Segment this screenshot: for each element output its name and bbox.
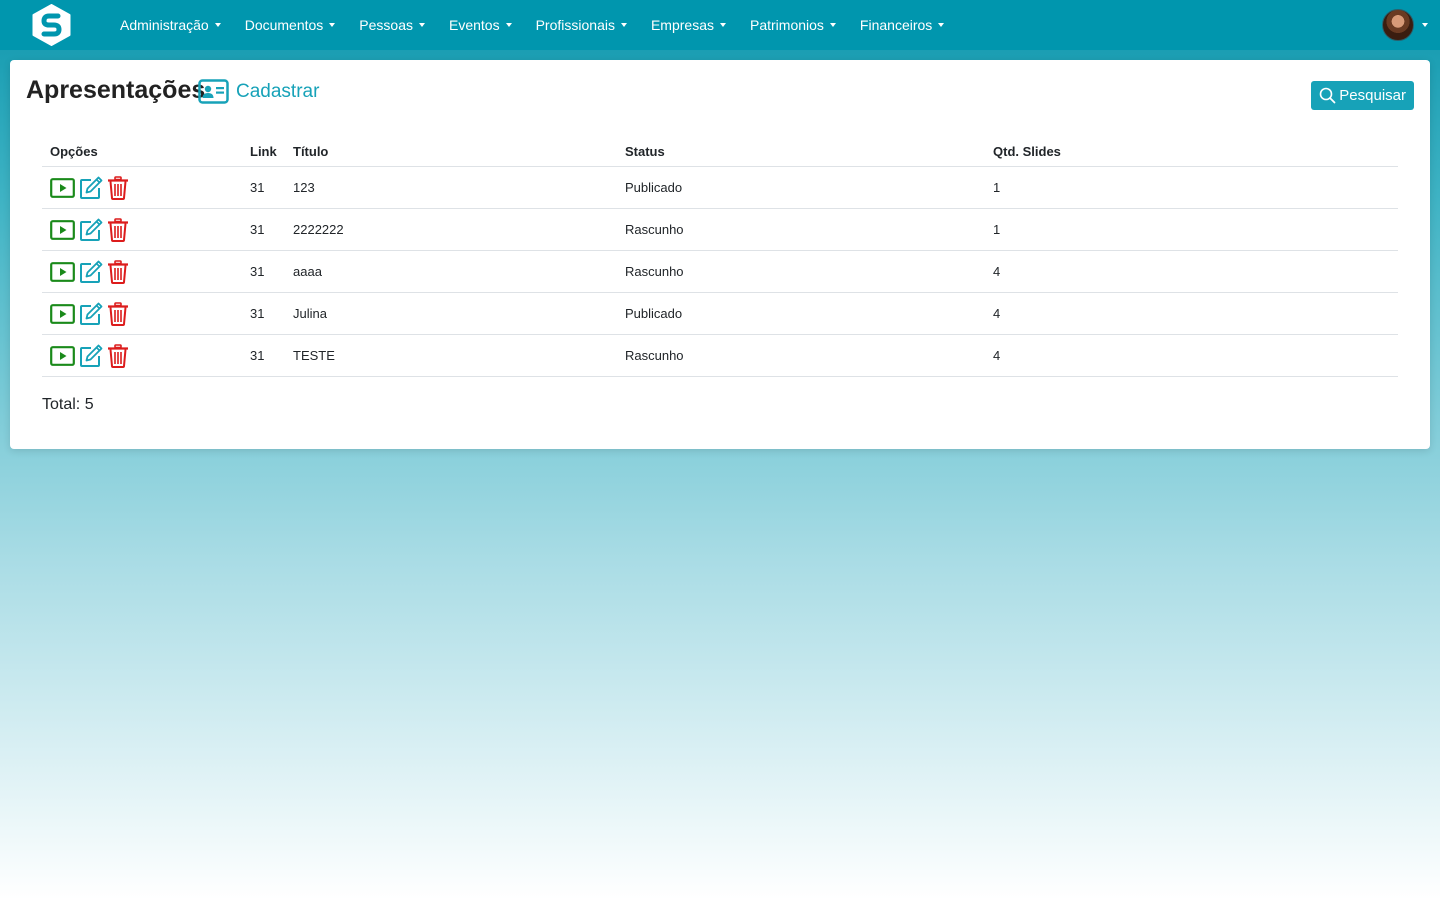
presentations-table: Opções Link Título Status Qtd. Slides 31… — [42, 136, 1398, 377]
caret-down-icon — [505, 23, 512, 27]
nav-item-financeiros[interactable]: Financeiros — [852, 17, 952, 33]
nav-item-administracao[interactable]: Administração — [112, 17, 229, 33]
column-header-slides: Qtd. Slides — [985, 136, 1398, 167]
options-cell — [42, 292, 242, 335]
status-cell: Rascunho — [617, 334, 985, 377]
search-icon — [1319, 87, 1336, 104]
trash-icon[interactable] — [107, 343, 129, 368]
edit-icon[interactable] — [79, 218, 103, 242]
nav-item-empresas[interactable]: Empresas — [643, 17, 734, 33]
main-menu: Administração Documentos Pessoas Eventos… — [112, 0, 960, 50]
title-cell: Julina — [285, 292, 617, 335]
table-row: 31 123 Publicado 1 — [42, 166, 1398, 209]
edit-icon[interactable] — [79, 344, 103, 368]
slides-cell: 4 — [985, 250, 1398, 293]
play-icon[interactable] — [50, 345, 75, 366]
options-cell — [42, 208, 242, 251]
trash-icon[interactable] — [107, 175, 129, 200]
slides-cell: 1 — [985, 166, 1398, 209]
link-cell: 31 — [242, 166, 285, 209]
link-cell: 31 — [242, 250, 285, 293]
trash-icon[interactable] — [107, 301, 129, 326]
column-header-title: Título — [285, 136, 617, 167]
presentations-card: Apresentações Cadastrar Pesquisar Opções… — [10, 60, 1430, 449]
caret-down-icon — [620, 23, 627, 27]
logo-s-icon[interactable] — [30, 4, 73, 46]
title-cell: 2222222 — [285, 208, 617, 251]
edit-icon[interactable] — [79, 302, 103, 326]
caret-down-icon — [720, 23, 726, 27]
caret-down-icon — [829, 23, 836, 27]
status-cell: Rascunho — [617, 250, 985, 293]
status-cell: Rascunho — [617, 208, 985, 251]
edit-icon[interactable] — [79, 260, 103, 284]
column-header-link: Link — [242, 136, 285, 167]
play-icon[interactable] — [50, 177, 75, 198]
caret-down-icon — [214, 23, 221, 27]
create-label: Cadastrar — [236, 80, 320, 102]
trash-icon[interactable] — [107, 217, 129, 242]
slides-cell: 1 — [985, 208, 1398, 251]
play-icon[interactable] — [50, 219, 75, 240]
status-cell: Publicado — [617, 166, 985, 209]
slides-cell: 4 — [985, 292, 1398, 335]
caret-down-icon — [419, 23, 425, 27]
top-navbar: Administração Documentos Pessoas Eventos… — [0, 0, 1440, 50]
nav-item-eventos[interactable]: Eventos — [441, 17, 520, 33]
id-card-icon — [198, 79, 229, 104]
column-header-options: Opções — [42, 136, 242, 167]
user-menu[interactable] — [1382, 9, 1428, 41]
options-cell — [42, 166, 242, 209]
caret-down-icon — [1422, 23, 1428, 27]
table-row: 31 2222222 Rascunho 1 — [42, 208, 1398, 251]
options-cell — [42, 334, 242, 377]
play-icon[interactable] — [50, 303, 75, 324]
title-cell: 123 — [285, 166, 617, 209]
link-cell: 31 — [242, 208, 285, 251]
title-cell: aaaa — [285, 250, 617, 293]
nav-item-pessoas[interactable]: Pessoas — [351, 17, 433, 33]
play-icon[interactable] — [50, 261, 75, 282]
page-title: Apresentações — [26, 76, 206, 104]
search-button[interactable]: Pesquisar — [1311, 81, 1414, 110]
link-cell: 31 — [242, 292, 285, 335]
title-cell: TESTE — [285, 334, 617, 377]
nav-item-patrimonios[interactable]: Patrimonios — [742, 17, 844, 33]
table-row: 31 aaaa Rascunho 4 — [42, 250, 1398, 293]
slides-cell: 4 — [985, 334, 1398, 377]
options-cell — [42, 250, 242, 293]
nav-item-documentos[interactable]: Documentos — [237, 17, 344, 33]
edit-icon[interactable] — [79, 176, 103, 200]
nav-item-profissionais[interactable]: Profissionais — [528, 17, 635, 33]
avatar[interactable] — [1382, 9, 1414, 41]
table-row: 31 TESTE Rascunho 4 — [42, 334, 1398, 377]
status-cell: Publicado — [617, 292, 985, 335]
caret-down-icon — [329, 23, 336, 27]
column-header-status: Status — [617, 136, 985, 167]
table-row: 31 Julina Publicado 4 — [42, 292, 1398, 335]
total-count: Total: 5 — [42, 396, 94, 413]
caret-down-icon — [938, 23, 945, 27]
table-header-row: Opções Link Título Status Qtd. Slides — [42, 136, 1398, 167]
link-cell: 31 — [242, 334, 285, 377]
search-label: Pesquisar — [1339, 87, 1406, 104]
create-button[interactable]: Cadastrar — [198, 79, 319, 104]
trash-icon[interactable] — [107, 259, 129, 284]
